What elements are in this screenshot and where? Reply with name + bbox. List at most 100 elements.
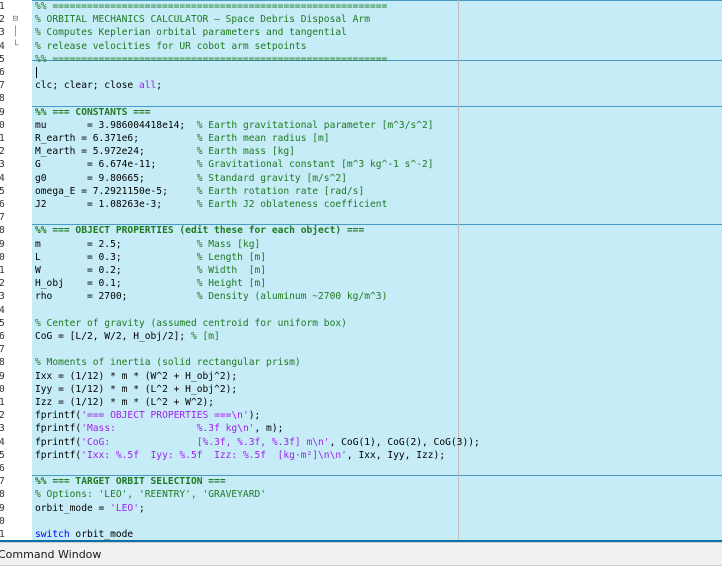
code-line[interactable]: 0 xyxy=(0,515,722,528)
command-window-body[interactable] xyxy=(0,566,722,573)
code-line[interactable]: 9 %% === CONSTANTS === xyxy=(0,106,722,119)
code-token-plain: m = 2.5; xyxy=(35,238,197,250)
code-token-plain: Izz = (1/12) * m * (L^2 + W^2); xyxy=(35,397,215,408)
code-line[interactable]: 9 m = 2.5; % Mass [kg] xyxy=(0,238,722,251)
code-text: % Center of gravity (assumed centroid fo… xyxy=(35,317,347,330)
code-token-string: 'LEO' xyxy=(110,502,139,514)
line-number: 1 xyxy=(0,133,5,144)
code-text: M_earth = 5.972e24; % Earth mass [kg] xyxy=(35,145,295,158)
code-line[interactable]: 7 %% === TARGET ORBIT SELECTION === xyxy=(0,475,722,488)
line-number: 9 xyxy=(0,238,5,250)
code-line[interactable]: 6 xyxy=(0,462,722,475)
code-line[interactable]: 3 fprintf('Mass: %.3f kg\n', m); xyxy=(0,422,722,435)
line-number: 6 xyxy=(0,67,5,78)
code-token-plain: , Ixx, Iyy, Izz); xyxy=(346,449,446,461)
code-editor[interactable]: 1 %% ====================================… xyxy=(0,0,722,541)
code-line[interactable]: 6 CoG = [L/2, W/2, H_obj/2]; % [m] xyxy=(0,330,722,343)
line-number: 4 xyxy=(0,172,5,184)
code-line[interactable]: 4 fprintf('CoG: [%.3f, %.3f, %.3f] m\n', … xyxy=(0,436,722,449)
code-line[interactable]: 1 W = 0.2; % Width [m] xyxy=(0,264,722,277)
code-text: Ixx = (1/12) * m * (W^2 + H_obj^2); xyxy=(35,370,237,383)
code-text: clc; clear; close all; xyxy=(35,79,162,92)
code-line[interactable]: 4 xyxy=(0,304,722,317)
code-line[interactable]: 4 g0 = 9.80665; % Standard gravity [m/s^2… xyxy=(0,172,722,185)
code-line[interactable]: 2 M_earth = 5.972e24; % Earth mass [kg] xyxy=(0,145,722,158)
code-token-plain: orbit_mode xyxy=(69,529,134,540)
code-token-plain: fprintf( xyxy=(35,436,82,448)
code-line[interactable]: 0 mu = 3.986004418e14; % Earth gravitatio… xyxy=(0,119,722,132)
code-line[interactable]: 2 ⊟ % ORBITAL MECHANICS CALCULATOR — Space… xyxy=(0,13,722,26)
code-text: mu = 3.986004418e14; % Earth gravitation… xyxy=(35,119,434,132)
code-text: CoG = [L/2, W/2, H_obj/2]; % [m] xyxy=(35,330,220,343)
code-text: R_earth = 6.371e6; % Earth mean radius [… xyxy=(35,132,330,145)
code-token-keyword: switch xyxy=(35,529,70,540)
code-line[interactable]: 8 %% === OBJECT PROPERTIES (edit these fo… xyxy=(0,224,722,237)
code-line[interactable]: 9 orbit_mode = 'LEO'; xyxy=(0,502,722,515)
code-token-plain: M_earth = 5.972e24; xyxy=(35,146,197,158)
code-line[interactable]: 8 xyxy=(0,92,722,105)
line-number: 2 xyxy=(0,278,5,290)
code-token-plain: fprintf( xyxy=(35,410,82,422)
code-token-string: 'Mass: %.3f kg\n' xyxy=(81,423,255,435)
code-token-plain: mu = 3.986004418e14; xyxy=(35,119,197,131)
code-line[interactable]: 3 G = 6.674e-11; % Gravitational constant… xyxy=(0,158,722,171)
code-line[interactable]: 0 L = 0.3; % Length [m] xyxy=(0,251,722,264)
code-text: H_obj = 0.1; % Height [m] xyxy=(35,277,266,290)
code-line[interactable]: 1 Izz = (1/12) * m * (L^2 + W^2); xyxy=(0,396,722,409)
code-token-comment: % Density (aluminum ~2700 kg/m^3) xyxy=(196,291,388,303)
code-line[interactable]: 1 R_earth = 6.371e6; % Earth mean radius … xyxy=(0,132,722,145)
code-token-comment: %% =====================================… xyxy=(35,53,388,65)
code-token-plain: ; xyxy=(138,502,145,514)
code-token-comment: % Center of gravity (assumed centroid fo… xyxy=(35,317,347,329)
code-text: m = 2.5; % Mass [kg] xyxy=(35,238,260,251)
code-token-comment: % Earth gravitational parameter [m^3/s^2… xyxy=(196,119,434,131)
line-number: 7 xyxy=(0,80,5,92)
code-line[interactable]: 8 % Options: 'LEO', 'REENTRY', 'GRAVEYARD… xyxy=(0,488,722,501)
code-token-plain: clc; clear; close xyxy=(35,80,139,92)
code-line[interactable]: 4 └ % release velocities for UR cobot arm … xyxy=(0,40,722,53)
code-line[interactable]: 1 %% ====================================… xyxy=(0,0,722,13)
code-token-string: 'Ixx: %.5f Iyy: %.5f Izz: %.5f [kg·m²]\n… xyxy=(81,449,347,461)
code-text: % Moments of inertia (solid rectangular … xyxy=(35,356,301,369)
code-text: % release velocities for UR cobot arm se… xyxy=(35,40,306,53)
line-number: 4 xyxy=(0,40,5,52)
code-line[interactable]: 2 fprintf('=== OBJECT PROPERTIES ===\n'); xyxy=(0,409,722,422)
command-window-header[interactable]: Command Window xyxy=(0,542,722,566)
code-token-comment: % Length [m] xyxy=(196,251,267,263)
line-number: 6 xyxy=(0,199,5,210)
line-number: 3 xyxy=(0,159,5,171)
code-token-comment: %% =====================================… xyxy=(35,1,388,12)
line-number: 0 xyxy=(0,119,5,131)
code-token-plain: orbit_mode = xyxy=(35,502,111,514)
code-token-comment: % Earth rotation rate [rad/s] xyxy=(196,185,365,197)
code-token-plain: J2 = 1.08263e-3; xyxy=(35,199,197,210)
code-line[interactable]: 6 J2 = 1.08263e-3; % Earth J2 oblateness … xyxy=(0,198,722,211)
code-line[interactable]: 5 %% ====================================… xyxy=(0,53,722,66)
code-line[interactable]: 5 omega_E = 7.2921150e-5; % Earth rotatio… xyxy=(0,185,722,198)
fold-collapse-icon[interactable]: ⊟ xyxy=(11,13,20,26)
code-text: fprintf('=== OBJECT PROPERTIES ===\n'); xyxy=(35,409,260,422)
code-token-comment: % Width [m] xyxy=(196,265,267,276)
code-line[interactable]: 7 clc; clear; close all; xyxy=(0,79,722,92)
code-token-comment: % Options: 'LEO', 'REENTRY', 'GRAVEYARD' xyxy=(35,489,267,501)
code-line[interactable]: 3 │ % Computes Keplerian orbital parameter… xyxy=(0,26,722,39)
code-token-comment: % [m] xyxy=(190,331,220,342)
code-line[interactable]: 6 xyxy=(0,66,722,79)
line-number: 3 xyxy=(0,27,5,39)
code-text: Izz = (1/12) * m * (L^2 + W^2); xyxy=(35,396,214,409)
line-number: 2 xyxy=(0,146,5,158)
code-line[interactable]: 7 xyxy=(0,211,722,224)
code-line[interactable]: 0 Iyy = (1/12) * m * (L^2 + H_obj^2); xyxy=(0,383,722,396)
line-number: 6 xyxy=(0,331,5,342)
code-line[interactable]: 2 H_obj = 0.1; % Height [m] xyxy=(0,277,722,290)
code-line[interactable]: 8 % Moments of inertia (solid rectangular… xyxy=(0,356,722,369)
code-text: % ORBITAL MECHANICS CALCULATOR — Space D… xyxy=(35,13,370,26)
code-line[interactable]: 5 % Center of gravity (assumed centroid f… xyxy=(0,317,722,330)
code-line[interactable]: 5 fprintf('Ixx: %.5f Iyy: %.5f Izz: %.5f … xyxy=(0,449,722,462)
line-number: 0 xyxy=(0,383,5,395)
code-line[interactable]: 3 rho = 2700; % Density (aluminum ~2700 k… xyxy=(0,290,722,303)
code-line[interactable]: 9 Ixx = (1/12) * m * (W^2 + H_obj^2); xyxy=(0,370,722,383)
line-number: 7 xyxy=(0,476,5,488)
code-line[interactable]: 7 xyxy=(0,343,722,356)
code-token-plain: W = 0.2; xyxy=(35,265,197,276)
